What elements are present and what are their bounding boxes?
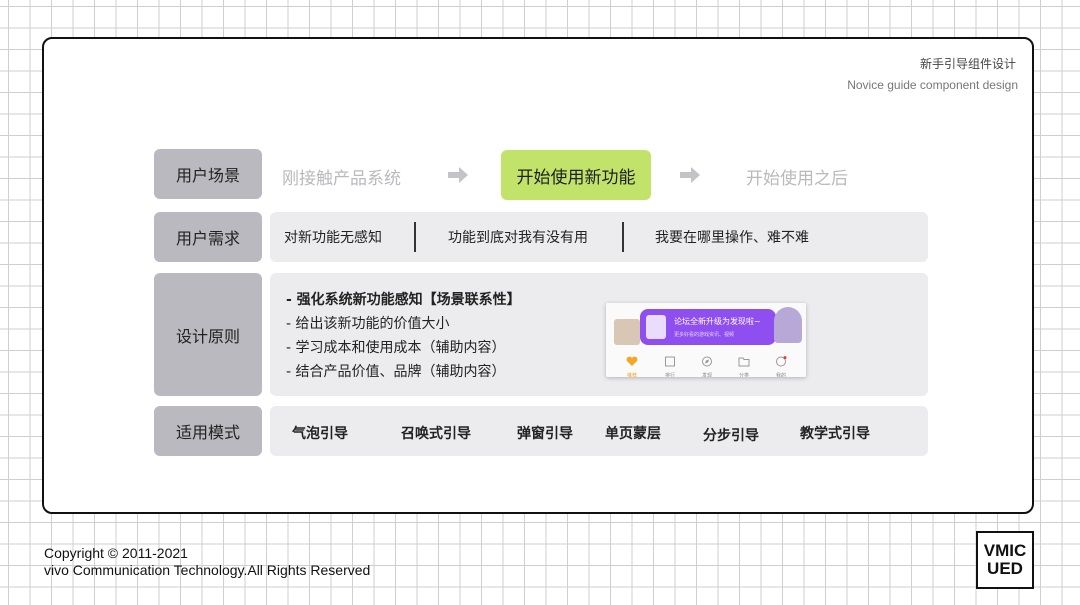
game-thumbnail: [614, 319, 640, 345]
row-label-modes: 适用模式: [154, 406, 262, 456]
mode-item-4: 单页蒙层: [605, 426, 661, 442]
document-icon: [646, 315, 666, 339]
header-title: 新手引导组件设计: [919, 57, 1016, 71]
mode-item-2: 召唤式引导: [401, 426, 471, 442]
arrow-right-icon: [448, 167, 468, 183]
principle-item-3: - 学习成本和使用成本（辅助内容）: [286, 340, 506, 356]
bubble-title: 论坛全新升级为发现啦~: [674, 317, 761, 326]
compass-icon: [702, 356, 712, 367]
tab-label: 排行: [664, 373, 675, 377]
mode-item-5: 分步引导: [703, 428, 759, 444]
row-label-principles: 设计原则: [154, 273, 262, 396]
bubble-subtitle: 更多好看的游戏资讯、视频: [674, 332, 735, 338]
tab-recommend[interactable]: 推荐: [618, 352, 646, 377]
scenario-step-2-active: 开始使用新功能: [501, 150, 651, 200]
tab-label: 分类: [738, 373, 749, 377]
example-screenshot: 论坛全新升级为发现啦~ 更多好看的游戏资讯、视频 推荐 排行 发现 分类 我的: [606, 303, 806, 377]
logo-line-2: UED: [987, 559, 1023, 578]
mode-item-3: 弹窗引导: [517, 426, 573, 442]
tab-discover[interactable]: 发现: [693, 352, 721, 377]
need-item-3: 我要在哪里操作、难不难: [655, 230, 809, 246]
list-icon: [665, 356, 675, 367]
ued-logo: VMIC UED: [976, 531, 1034, 589]
mode-item-1: 气泡引导: [292, 426, 348, 442]
logo-line-1: VMIC: [983, 541, 1027, 560]
principle-item-2: - 给出该新功能的价值大小: [286, 316, 450, 332]
rights-text: vivo Communication Technology.All Rights…: [44, 562, 371, 578]
scenario-step-1: 刚接触产品系统: [282, 169, 401, 189]
tab-mine[interactable]: 我的: [767, 352, 795, 377]
tab-label: 发现: [701, 373, 712, 377]
folder-icon: [738, 357, 750, 367]
tab-label: 推荐: [626, 373, 637, 377]
scenario-step-3: 开始使用之后: [746, 169, 848, 189]
tab-category[interactable]: 分类: [730, 352, 758, 377]
row-label-scenario: 用户场景: [154, 149, 262, 199]
principle-item-4: - 结合产品价值、品牌（辅助内容）: [286, 364, 506, 380]
content-card: 新手引导组件设计 Novice guide component design 用…: [42, 37, 1034, 514]
character-avatar: [774, 307, 802, 343]
footer: Copyright © 2011-2021 vivo Communication…: [44, 545, 370, 579]
tab-ranking[interactable]: 排行: [656, 352, 684, 377]
divider: [414, 222, 416, 252]
need-item-2: 功能到底对我有没有用: [448, 230, 588, 246]
bubble-guide: 论坛全新升级为发现啦~ 更多好看的游戏资讯、视频: [640, 309, 776, 345]
row-label-needs: 用户需求: [154, 212, 262, 262]
mode-item-6: 教学式引导: [800, 426, 870, 442]
heart-icon: [626, 356, 638, 366]
copyright-text: Copyright © 2011-2021: [44, 545, 188, 561]
tab-label: 我的: [775, 373, 786, 377]
divider: [622, 222, 624, 252]
need-item-1: 对新功能无感知: [284, 230, 382, 246]
principle-item-1: - 强化系统新功能感知【场景联系性】: [286, 292, 521, 308]
header-subtitle: Novice guide component design: [847, 78, 1018, 92]
arrow-right-icon: [680, 167, 700, 183]
profile-icon: [776, 356, 787, 367]
